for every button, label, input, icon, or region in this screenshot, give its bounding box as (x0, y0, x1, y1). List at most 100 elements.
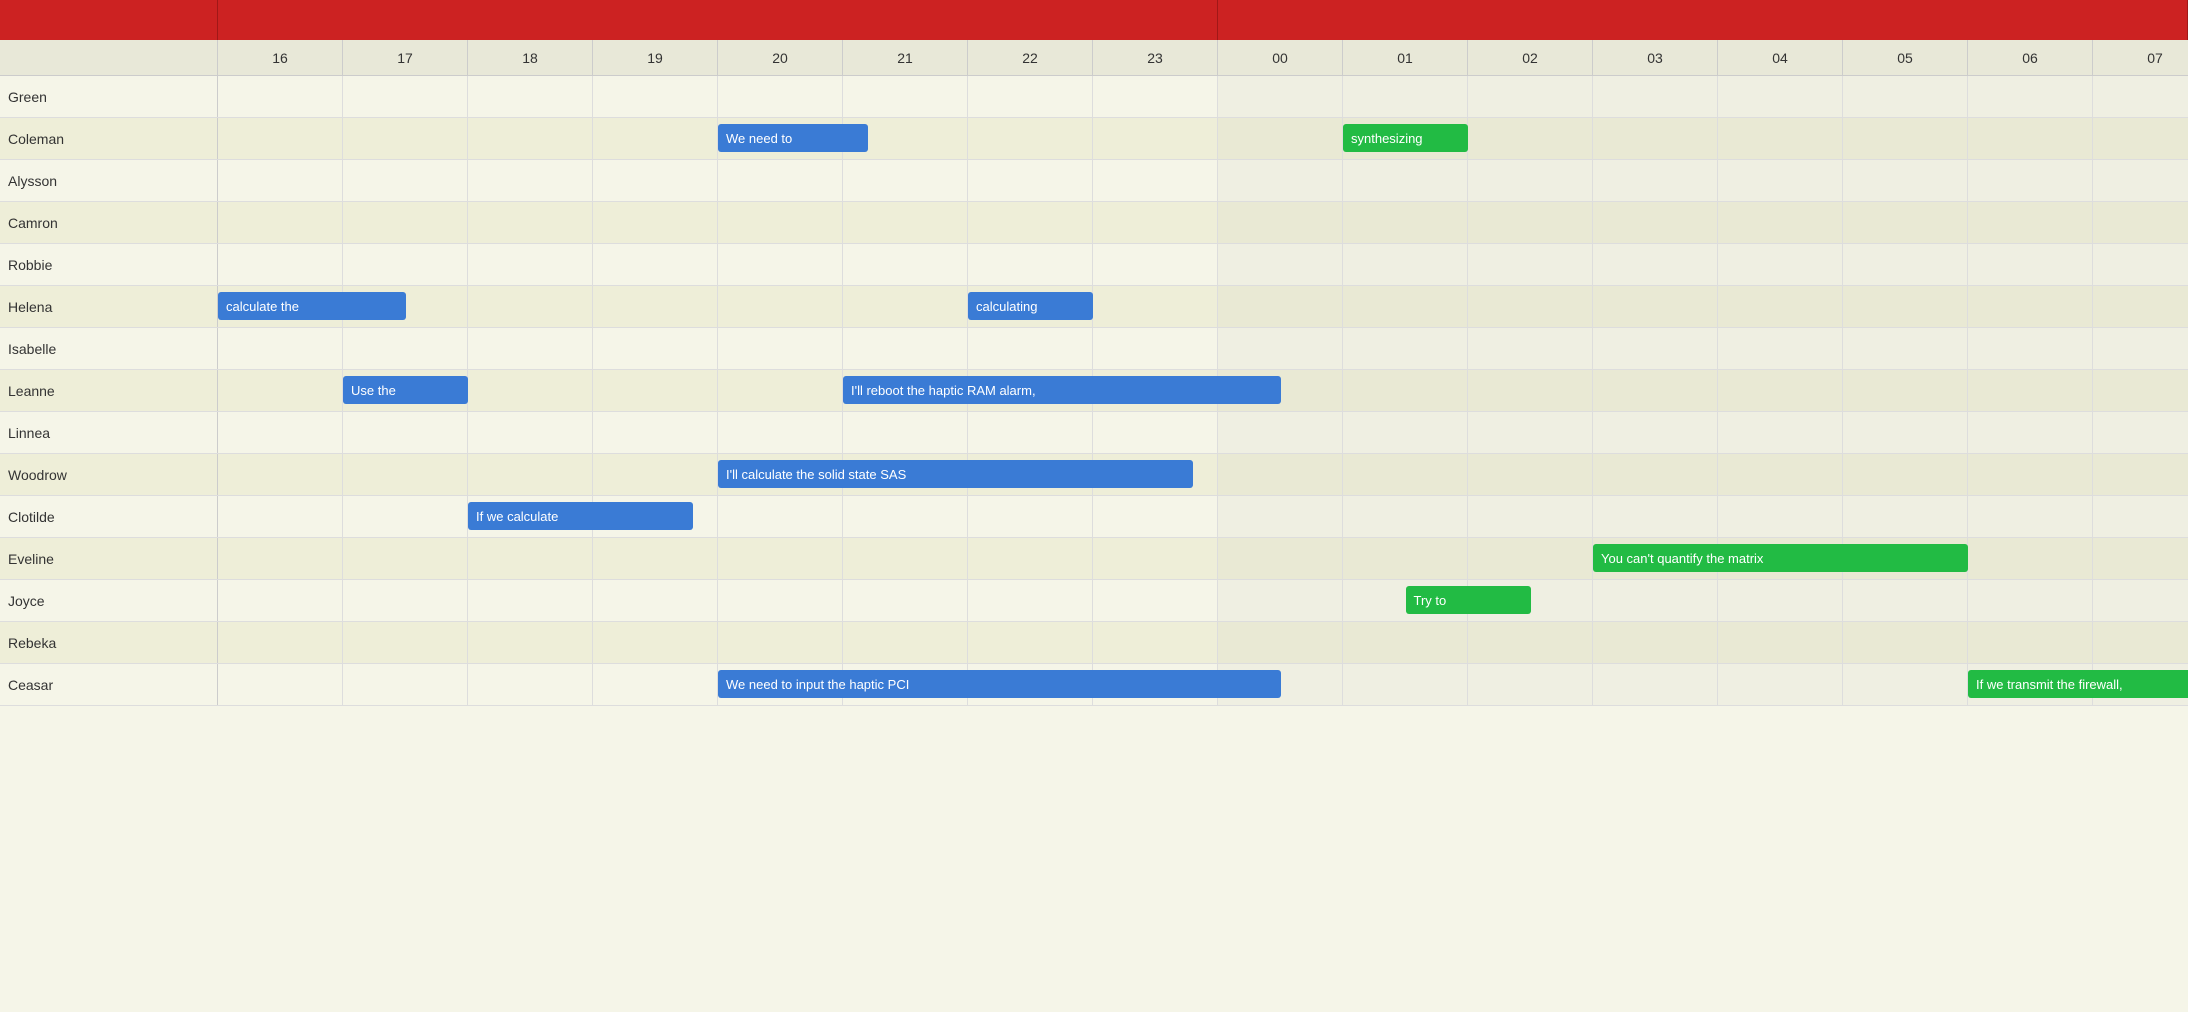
hour-slot (1468, 286, 1593, 327)
timeline: If we calculate (218, 496, 2188, 537)
person-name: Green (0, 76, 218, 117)
hour-slot (343, 118, 468, 159)
hour-slot (2093, 496, 2188, 537)
hour-slot (843, 244, 968, 285)
timeline: I'll calculate the solid state SASThe IB (218, 454, 2188, 495)
hour-slot (968, 202, 1093, 243)
hour-slot (2093, 454, 2188, 495)
hour-slot (718, 328, 843, 369)
hour-slot (343, 496, 468, 537)
hour-slot (468, 160, 593, 201)
hour-slot (843, 412, 968, 453)
hour-slot (1593, 370, 1718, 411)
hour-slot (1343, 622, 1468, 663)
hour-slot (843, 580, 968, 621)
hour-slot (343, 580, 468, 621)
header-row (0, 0, 2188, 40)
hour-slot (343, 202, 468, 243)
table-row: ClotildeIf we calculate (0, 496, 2188, 538)
hour-slot (1093, 202, 1218, 243)
hour-slot (1218, 580, 1343, 621)
timeline: Use the I'll reboot the haptic RAM alarm, (218, 370, 2188, 411)
hour-slot (1093, 160, 1218, 201)
hour-slot (468, 538, 593, 579)
event-bar[interactable]: I'll calculate the solid state SAS (718, 460, 1193, 488)
hour-slot (343, 160, 468, 201)
person-name: Camron (0, 202, 218, 243)
hour-slot (1343, 328, 1468, 369)
table-row: LeanneUse theI'll reboot the haptic RAM … (0, 370, 2188, 412)
event-bar[interactable]: synthesizing (1343, 124, 1468, 152)
timeline (218, 328, 2188, 369)
hour-slot (1718, 118, 1843, 159)
hour-slot (1843, 454, 1968, 495)
hour-slot (2093, 622, 2188, 663)
hour-cell-01: 01 (1343, 40, 1468, 75)
event-bar[interactable]: If we transmit the firewall, (1968, 670, 2188, 698)
hour-slot (1843, 286, 1968, 327)
hour-cell-19: 19 (593, 40, 718, 75)
event-bar[interactable]: We need to input the haptic PCI (718, 670, 1281, 698)
hour-slot (718, 496, 843, 537)
hour-slot (1968, 370, 2093, 411)
hour-slot (1468, 370, 1593, 411)
hour-slot (718, 622, 843, 663)
hour-slot (593, 370, 718, 411)
timeline: Try to (218, 580, 2188, 621)
hour-slot (718, 160, 843, 201)
hour-slot (218, 454, 343, 495)
event-bar[interactable]: We need to (718, 124, 868, 152)
event-bar[interactable]: Use the (343, 376, 468, 404)
person-name: Eveline (0, 538, 218, 579)
hour-slot (1218, 496, 1343, 537)
hour-slot (593, 538, 718, 579)
hour-slot (218, 370, 343, 411)
event-bar[interactable]: calculate the (218, 292, 406, 320)
hour-slot (218, 244, 343, 285)
hour-slot (718, 412, 843, 453)
table-row: Linnea (0, 412, 2188, 454)
person-name: Coleman (0, 118, 218, 159)
hour-slot (343, 538, 468, 579)
hour-slot (1843, 244, 1968, 285)
hour-slot (968, 118, 1093, 159)
hour-slot (1468, 454, 1593, 495)
hour-slot (1593, 118, 1718, 159)
hour-slot (218, 118, 343, 159)
hour-slot (968, 412, 1093, 453)
hour-cell-02: 02 (1468, 40, 1593, 75)
event-bar[interactable]: calculating (968, 292, 1093, 320)
hour-slot (468, 454, 593, 495)
person-name: Ceasar (0, 664, 218, 705)
data-rows-container: GreenColemanWe need tosynthesizingAlysso… (0, 76, 2188, 706)
event-bar[interactable]: If we calculate (468, 502, 693, 530)
person-name: Joyce (0, 580, 218, 621)
hour-slot (1718, 286, 1843, 327)
hour-slot (843, 286, 968, 327)
hour-slot (843, 538, 968, 579)
hour-slot (1343, 496, 1468, 537)
hour-slot (218, 538, 343, 579)
person-name: Rebeka (0, 622, 218, 663)
hour-slot (2093, 412, 2188, 453)
event-bar[interactable]: I'll reboot the haptic RAM alarm, (843, 376, 1281, 404)
hour-slot (968, 160, 1093, 201)
hour-slot (1468, 496, 1593, 537)
event-bar[interactable]: Try to (1406, 586, 1531, 614)
hour-slot (593, 664, 718, 705)
hour-slot (1718, 664, 1843, 705)
hour-slot (218, 622, 343, 663)
event-bar[interactable]: You can't quantify the matrix (1593, 544, 1968, 572)
header-jan16 (1218, 0, 2188, 40)
hour-slot (593, 160, 718, 201)
hour-slot (343, 664, 468, 705)
hour-slot (468, 328, 593, 369)
hour-slot (1968, 580, 2093, 621)
timeline: You can't generate the (218, 202, 2188, 243)
hour-slot (2093, 580, 2188, 621)
timeline: You can't quantify the matrixThe ADP (218, 538, 2188, 579)
hour-slot (968, 496, 1093, 537)
header-filter (0, 0, 218, 40)
hour-slot (1218, 76, 1343, 117)
timeline: calculate thecalculatingIf we bypass the… (218, 286, 2188, 327)
